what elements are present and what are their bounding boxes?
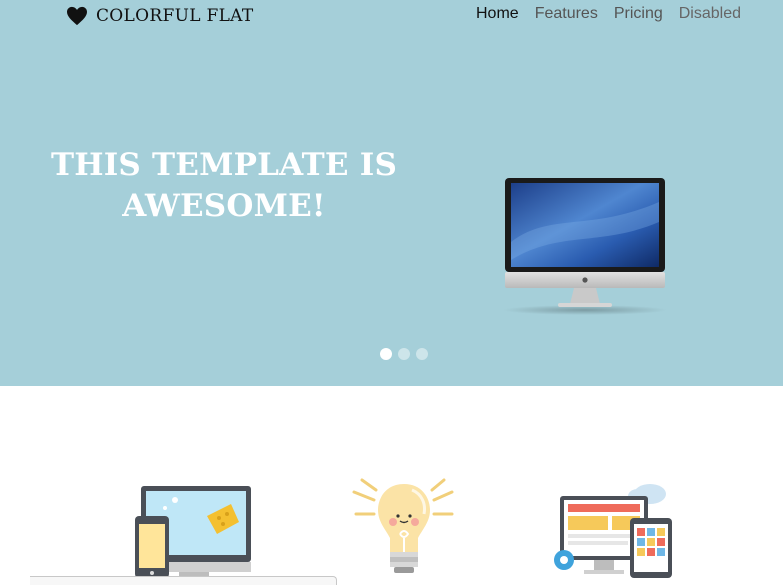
desktop-monitor-icon [503,178,667,315]
multi-device-layout-icon [554,484,672,578]
hero-headline-line-2: AWESOME! [122,188,326,224]
nav-features[interactable]: Features [535,5,598,23]
brand[interactable]: COLORFUL FLAT [66,4,253,28]
nav-disabled: Disabled [678,5,741,22]
heart-icon [67,6,87,26]
hero-headline: THIS TEMPLATE IS AWESOME! [40,145,408,227]
hero-section: COLORFUL FLAT Home Features Pricing Disa… [0,0,783,386]
nav-pricing[interactable]: Pricing [614,5,663,23]
lightbulb-icon [352,478,454,573]
main-nav: Home Features Pricing Disabled [476,5,741,23]
nav-home[interactable]: Home [476,5,519,23]
brand-name: COLORFUL FLAT [96,6,254,26]
carousel-dot-3[interactable] [416,348,428,360]
responsive-devices-icon [135,486,251,581]
hero-headline-line-1: THIS TEMPLATE IS [50,147,398,183]
carousel-dot-2[interactable] [398,348,410,360]
carousel-dot-1[interactable] [380,348,392,360]
carousel-indicators [380,348,428,360]
